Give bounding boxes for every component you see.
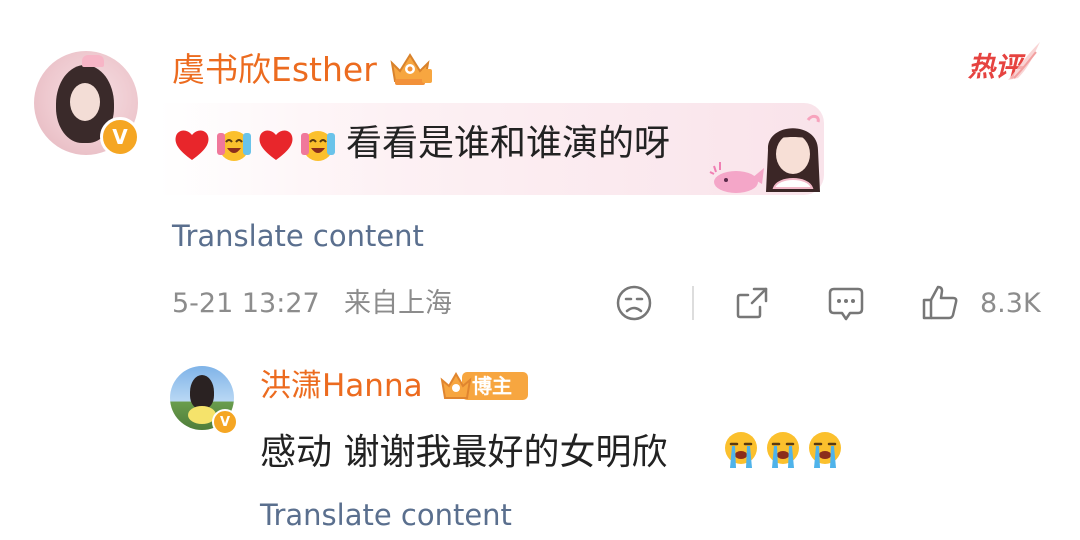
thumbs-up-icon[interactable] [920, 283, 960, 323]
reply-text: 感动 谢谢我最好的女明欣 [260, 432, 668, 473]
verified-badge-icon: V [212, 409, 238, 435]
comment-timestamp: 5-21 13:27 [172, 288, 320, 319]
translate-content-link[interactable]: Translate content [172, 217, 424, 255]
comment-text: 看看是谁和谁演的呀 [346, 123, 671, 164]
comment-thread: V 虞书欣Esther 热评 看看是谁和谁演的呀 Translate conte… [0, 0, 1080, 540]
crying-laughing-icon [301, 131, 335, 161]
bubble-portrait-sticker [766, 114, 820, 192]
comment-icon[interactable] [826, 283, 866, 323]
whale-sticker-icon [709, 162, 764, 193]
verified-badge-icon: V [100, 117, 140, 157]
comment-emoji-prefix [172, 120, 340, 170]
commenter-name[interactable]: 虞书欣Esther [172, 50, 377, 90]
hot-flame-icon [1008, 42, 1040, 80]
red-heart-icon [259, 130, 293, 160]
reply-translate-content-link[interactable]: Translate content [260, 496, 512, 534]
crying-laughing-icon [217, 131, 251, 161]
replier-name[interactable]: 洪潇Hanna [260, 366, 423, 406]
avatar-portrait [190, 375, 214, 409]
crying-face-icon [725, 432, 757, 468]
comment-location: 来自上海 [344, 288, 452, 319]
avatar-hair-accessory [82, 55, 104, 67]
blogger-badge-label: 博主 [472, 374, 512, 398]
crying-face-icon [809, 432, 841, 468]
red-heart-icon [175, 130, 209, 160]
like-count: 8.3K [980, 288, 1041, 319]
vip-crown-icon[interactable] [386, 49, 434, 89]
sad-face-icon[interactable] [614, 283, 654, 323]
share-icon[interactable] [732, 283, 772, 323]
crying-face-icon [767, 432, 799, 468]
action-divider [692, 286, 694, 320]
